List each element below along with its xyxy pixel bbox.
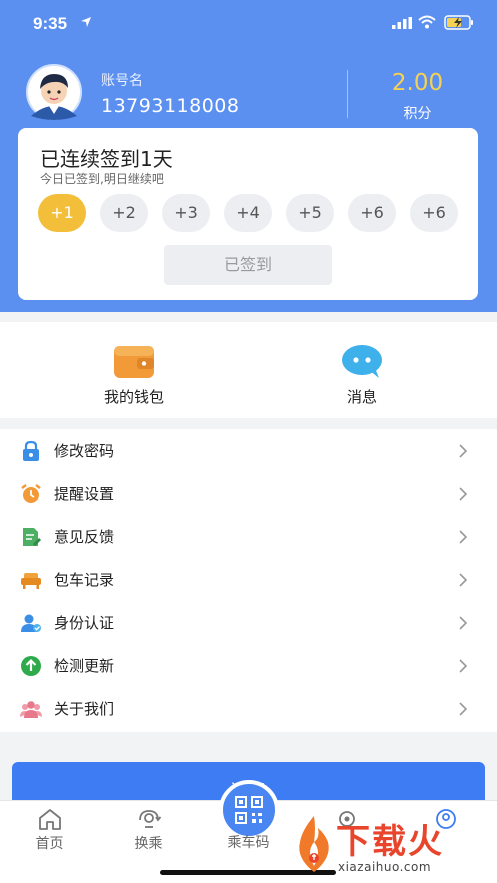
cellular-signal-icon (392, 17, 412, 29)
signin-day-4: +4 (224, 194, 272, 232)
points-label: 积分 (403, 106, 432, 122)
wallet-label: 我的钱包 (103, 388, 164, 406)
menu-item-identity-verification[interactable]: 身份认证 (0, 601, 497, 644)
menu-item-reminder-settings[interactable]: 提醒设置 (0, 472, 497, 515)
signin-title: 已连续签到1天 (40, 147, 173, 171)
chevron-right-icon (459, 487, 468, 501)
menu-label: 检测更新 (54, 657, 115, 675)
location-arrow-icon (81, 17, 91, 27)
watermark-url: xiazaihuo.com (338, 860, 432, 874)
points-value[interactable]: 2.00 (360, 70, 475, 96)
menu-item-feedback[interactable]: 意见反馈 (0, 515, 497, 558)
tab-home[interactable]: 首页 (0, 801, 99, 861)
chevron-right-icon (459, 444, 468, 458)
team-icon (20, 701, 42, 718)
update-arrow-icon (21, 656, 41, 676)
watermark-title: 下载火 (336, 822, 444, 862)
wifi-icon (418, 15, 436, 29)
menu-label: 意见反馈 (54, 528, 115, 546)
ride-code-button[interactable] (219, 780, 279, 840)
signed-in-button[interactable]: 已签到 (164, 245, 332, 285)
signin-days: +1 +2 +3 +4 +5 +6 +6 (38, 194, 468, 232)
watermark: 下载火 xiazaihuo.com (290, 812, 490, 880)
sofa-icon (21, 573, 41, 589)
menu-label: 修改密码 (54, 442, 115, 460)
home-icon (39, 809, 61, 830)
chevron-right-icon (459, 616, 468, 630)
transfer-route-icon (139, 810, 162, 828)
message-label: 消息 (346, 388, 377, 406)
user-verify-icon (21, 614, 41, 632)
alarm-clock-icon (21, 484, 41, 503)
signin-day-7: +6 (410, 194, 458, 232)
signin-subtitle: 今日已签到,明日继续吧 (40, 172, 164, 186)
signin-day-3: +3 (162, 194, 210, 232)
signin-day-6: +6 (348, 194, 396, 232)
settings-menu: 修改密码 提醒设置 意见反馈 包车记录 身份认证 检测更新 关于我们 (0, 429, 497, 732)
status-bar: 9:35 (0, 0, 497, 46)
menu-label: 提醒设置 (54, 485, 115, 503)
flame-logo-icon (299, 816, 329, 872)
tab-transfer-label: 换乘 (134, 836, 163, 852)
message-bubble-icon (342, 345, 382, 378)
qr-code-icon (235, 796, 263, 824)
chevron-right-icon (459, 530, 468, 544)
account-name-label: 账号名 (101, 73, 143, 89)
chevron-right-icon (459, 659, 468, 673)
phone-number: 13793118008 (101, 95, 240, 117)
lock-icon (23, 440, 39, 461)
menu-item-check-update[interactable]: 检测更新 (0, 644, 497, 687)
tab-ride-code-label: 乘车码 (227, 835, 270, 851)
wallet-entry[interactable]: 我的钱包 (10, 322, 258, 418)
avatar[interactable] (19, 64, 89, 120)
feedback-icon (23, 528, 41, 546)
status-time: 9:35 (33, 14, 68, 33)
signin-card: 已连续签到1天 今日已签到,明日继续吧 +1 +2 +3 +4 +5 +6 +6… (18, 128, 478, 300)
menu-item-about-us[interactable]: 关于我们 (0, 687, 497, 730)
menu-label: 关于我们 (54, 700, 115, 718)
header-divider (347, 70, 348, 118)
menu-item-change-password[interactable]: 修改密码 (0, 429, 497, 472)
message-entry[interactable]: 消息 (238, 322, 486, 418)
signin-day-2: +2 (100, 194, 148, 232)
menu-label: 包车记录 (54, 571, 115, 589)
wallet-icon (114, 346, 154, 378)
battery-charging-icon (444, 15, 473, 30)
tab-home-label: 首页 (35, 836, 64, 852)
signin-day-5: +5 (286, 194, 334, 232)
menu-label: 身份认证 (54, 614, 115, 632)
menu-item-charter-records[interactable]: 包车记录 (0, 558, 497, 601)
chevron-right-icon (459, 702, 468, 716)
chevron-right-icon (459, 573, 468, 587)
tab-transfer[interactable]: 换乘 (99, 801, 198, 861)
signin-day-1: +1 (38, 194, 86, 232)
quick-actions: 我的钱包 消息 (0, 322, 497, 418)
